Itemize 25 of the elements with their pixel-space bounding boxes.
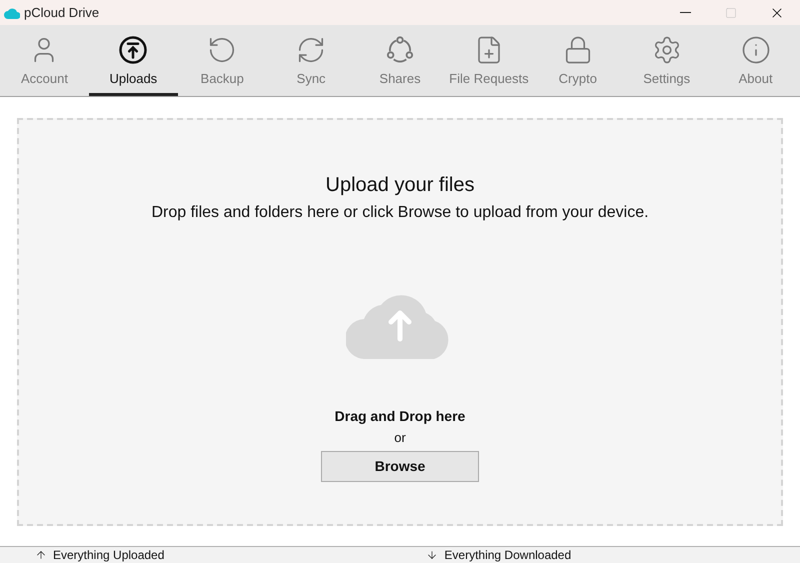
- drag-drop-label: Drag and Drop here: [334, 407, 466, 426]
- download-status: Everything Downloaded: [444, 547, 572, 563]
- toolbar-tab[interactable]: Crypto: [533, 25, 622, 96]
- info-icon: [740, 35, 771, 65]
- download-status-icon: [426, 549, 438, 561]
- minimize-icon: [680, 12, 690, 13]
- toolbar-tab[interactable]: Backup: [178, 25, 267, 96]
- share-icon: [385, 35, 415, 65]
- cloud-logo-icon: [4, 6, 20, 18]
- toolbar-tab[interactable]: File Requests: [444, 25, 534, 96]
- toolbar-tab[interactable]: About: [711, 25, 800, 96]
- upload-icon: [118, 35, 148, 65]
- drop-zone-title: Upload your files: [326, 173, 474, 198]
- toolbar-tab[interactable]: Settings: [622, 25, 712, 96]
- maximize-icon: [725, 6, 737, 18]
- toolbar-tab[interactable]: Account: [0, 25, 89, 96]
- or-label: or: [394, 429, 406, 447]
- upload-status: Everything Uploaded: [53, 547, 164, 563]
- browse-button[interactable]: Browse: [321, 450, 479, 482]
- drop-zone[interactable]: Upload your files Drop files and folders here or click Browse to upload from your device. Drag and Drop here or Browse: [17, 118, 783, 526]
- toolbar-tab[interactable]: Shares: [356, 25, 444, 96]
- window-title: pCloud Drive: [24, 4, 100, 22]
- drop-zone-subtitle: Drop files and folders here or click Browse to upload from your device.: [151, 203, 649, 223]
- upload-status-icon: [35, 549, 47, 561]
- toolbar-tab[interactable]: Sync: [266, 25, 356, 96]
